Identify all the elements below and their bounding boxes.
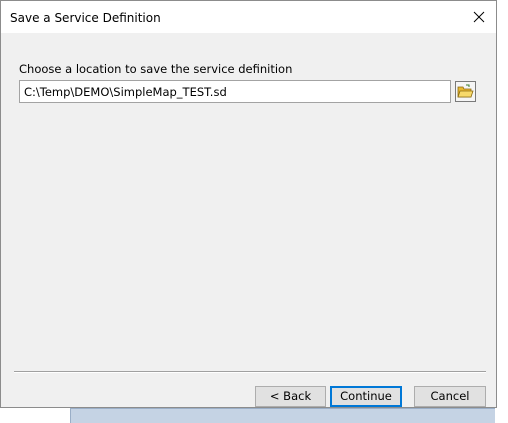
dialog-window: Save a Service Definition Choose a locat…	[0, 0, 497, 408]
save-path-input[interactable]	[19, 80, 451, 103]
open-folder-icon	[457, 84, 474, 98]
close-button[interactable]	[466, 1, 496, 33]
location-prompt-label: Choose a location to save the service de…	[19, 62, 293, 76]
title-bar: Save a Service Definition	[1, 1, 496, 33]
screen: Save a Service Definition Choose a locat…	[0, 0, 508, 423]
continue-button[interactable]: Continue	[330, 386, 402, 407]
background-window	[70, 408, 495, 423]
footer-divider	[14, 371, 486, 373]
browse-folder-button[interactable]	[455, 81, 476, 102]
close-icon	[473, 11, 485, 23]
cancel-button[interactable]: Cancel	[414, 386, 486, 407]
dialog-title: Save a Service Definition	[10, 11, 161, 25]
back-button[interactable]: < Back	[255, 386, 326, 407]
